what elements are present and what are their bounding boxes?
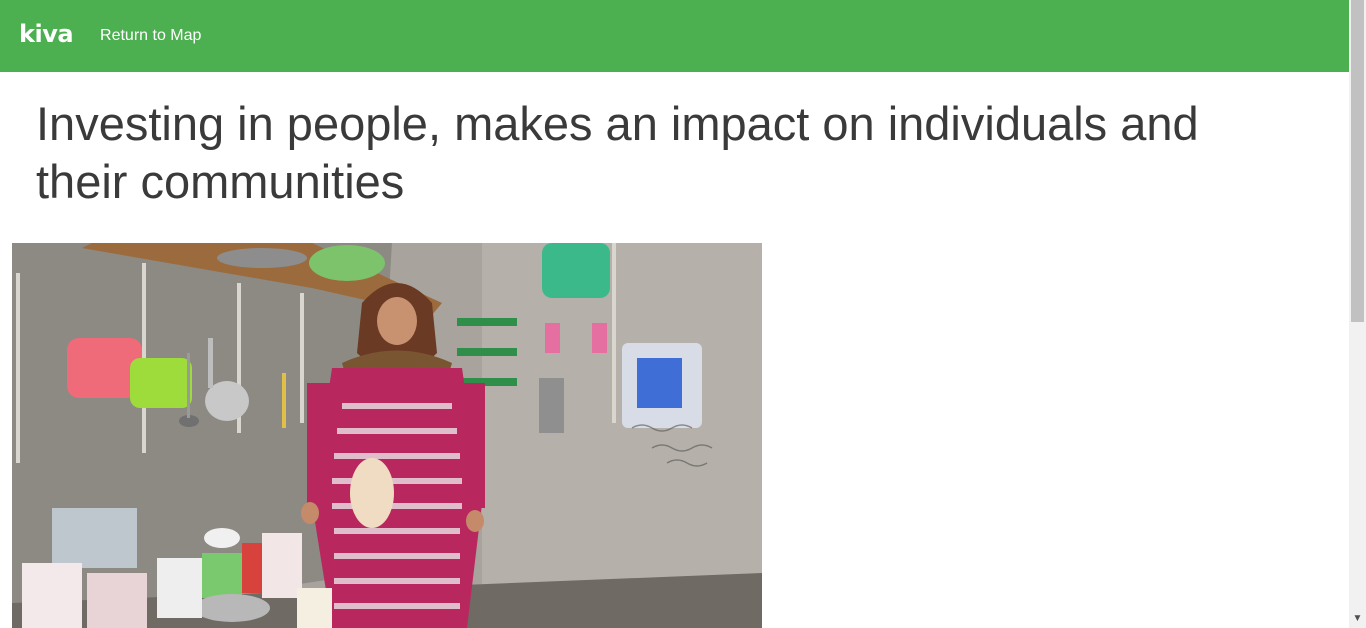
chevron-down-icon[interactable]: ▼ (1349, 612, 1366, 626)
kiva-logo[interactable]: kiva (19, 22, 74, 50)
page-scrollbar[interactable]: ▼ (1349, 0, 1366, 628)
scrollbar-thumb[interactable] (1351, 0, 1364, 322)
top-navigation-bar: kiva Return to Map (0, 0, 1349, 72)
story-page: kiva Return to Map Investing in people, … (0, 0, 1349, 628)
return-to-map-link[interactable]: Return to Map (100, 27, 201, 45)
borrower-photo-illustration (12, 243, 762, 628)
borrower-photo (12, 243, 762, 628)
page-headline: Investing in people, makes an impact on … (36, 97, 1199, 208)
